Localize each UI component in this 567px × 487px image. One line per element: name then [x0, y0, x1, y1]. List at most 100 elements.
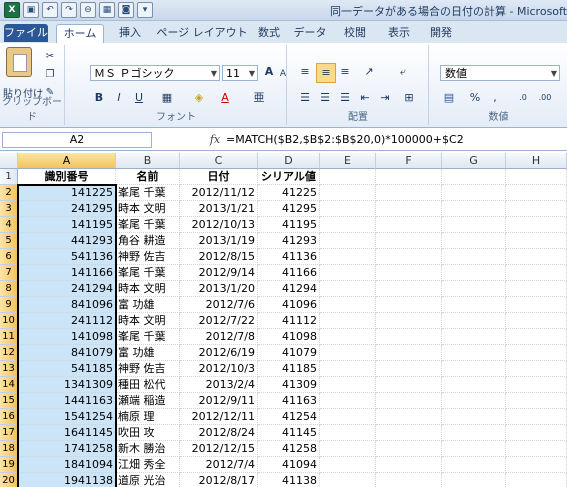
- name-cell[interactable]: 時本 文明: [116, 313, 180, 329]
- name-cell[interactable]: 神野 佐吉: [116, 361, 180, 377]
- empty-cell[interactable]: [506, 441, 567, 457]
- empty-cell[interactable]: [442, 441, 506, 457]
- date-cell[interactable]: 2013/1/20: [180, 281, 258, 297]
- empty-cell[interactable]: [320, 313, 376, 329]
- redo-icon[interactable]: ↷: [61, 2, 77, 18]
- qat-dropdown-icon[interactable]: ▾: [137, 2, 153, 18]
- column-header-a[interactable]: A: [18, 153, 116, 169]
- empty-cell[interactable]: [442, 185, 506, 201]
- id-cell[interactable]: 241295: [18, 201, 116, 217]
- id-cell[interactable]: 1341309: [18, 377, 116, 393]
- id-cell[interactable]: 1641145: [18, 425, 116, 441]
- align-left-icon[interactable]: ☰: [296, 89, 314, 107]
- empty-cell[interactable]: [376, 265, 442, 281]
- empty-cell[interactable]: [376, 297, 442, 313]
- empty-cell[interactable]: [506, 457, 567, 473]
- empty-cell[interactable]: [506, 185, 567, 201]
- empty-cell[interactable]: [376, 409, 442, 425]
- date-cell[interactable]: 2012/8/24: [180, 425, 258, 441]
- name-cell[interactable]: 楠原 理: [116, 409, 180, 425]
- empty-cell[interactable]: [320, 297, 376, 313]
- id-cell[interactable]: 1741258: [18, 441, 116, 457]
- name-cell[interactable]: 富 功雄: [116, 297, 180, 313]
- date-cell[interactable]: 2012/12/11: [180, 409, 258, 425]
- empty-cell[interactable]: [320, 185, 376, 201]
- name-cell[interactable]: 江畑 秀全: [116, 457, 180, 473]
- empty-cell[interactable]: [506, 409, 567, 425]
- date-cell[interactable]: 2012/12/15: [180, 441, 258, 457]
- empty-cell[interactable]: [506, 377, 567, 393]
- date-cell[interactable]: 2012/7/22: [180, 313, 258, 329]
- empty-cell[interactable]: [376, 329, 442, 345]
- tab-view[interactable]: 表示: [384, 24, 414, 42]
- row-header[interactable]: 8: [0, 281, 18, 297]
- empty-cell[interactable]: [376, 281, 442, 297]
- align-middle-icon[interactable]: ≡: [316, 63, 336, 83]
- empty-cell[interactable]: [442, 393, 506, 409]
- serial-cell[interactable]: 41138: [258, 473, 320, 487]
- empty-cell[interactable]: [442, 473, 506, 487]
- empty-cell[interactable]: [442, 345, 506, 361]
- id-cell[interactable]: 841079: [18, 345, 116, 361]
- empty-cell[interactable]: [506, 297, 567, 313]
- row-header[interactable]: 14: [0, 377, 18, 393]
- name-cell[interactable]: 峯尾 千葉: [116, 185, 180, 201]
- empty-cell[interactable]: [506, 169, 567, 185]
- phonetic-icon[interactable]: 亜: [250, 89, 268, 107]
- id-cell[interactable]: 541185: [18, 361, 116, 377]
- empty-cell[interactable]: [320, 473, 376, 487]
- empty-cell[interactable]: [506, 393, 567, 409]
- id-cell[interactable]: 1941138: [18, 473, 116, 487]
- header-cell[interactable]: 識別番号: [18, 169, 116, 185]
- date-cell[interactable]: 2012/10/13: [180, 217, 258, 233]
- row-header[interactable]: 3: [0, 201, 18, 217]
- serial-cell[interactable]: 41166: [258, 265, 320, 281]
- id-cell[interactable]: 541136: [18, 249, 116, 265]
- name-cell[interactable]: 神野 佐吉: [116, 249, 180, 265]
- paste-icon[interactable]: [6, 47, 32, 77]
- name-cell[interactable]: 瀬端 稲造: [116, 393, 180, 409]
- serial-cell[interactable]: 41094: [258, 457, 320, 473]
- date-cell[interactable]: 2013/2/4: [180, 377, 258, 393]
- empty-cell[interactable]: [376, 473, 442, 487]
- merge-cells-icon[interactable]: ⊞: [400, 89, 418, 107]
- empty-cell[interactable]: [320, 377, 376, 393]
- name-cell[interactable]: 峯尾 千葉: [116, 265, 180, 281]
- name-cell[interactable]: 富 功雄: [116, 345, 180, 361]
- sort-icon[interactable]: ⊖: [80, 2, 96, 18]
- empty-cell[interactable]: [320, 169, 376, 185]
- empty-cell[interactable]: [320, 265, 376, 281]
- increase-decimal-icon[interactable]: .0: [514, 89, 532, 107]
- empty-cell[interactable]: [320, 393, 376, 409]
- header-cell[interactable]: 名前: [116, 169, 180, 185]
- empty-cell[interactable]: [442, 217, 506, 233]
- decrease-decimal-icon[interactable]: .00: [536, 89, 554, 107]
- table-icon[interactable]: ▦: [99, 2, 115, 18]
- empty-cell[interactable]: [320, 441, 376, 457]
- tab-formulas[interactable]: 数式: [254, 24, 284, 42]
- name-cell[interactable]: 時本 文明: [116, 201, 180, 217]
- insert-function-button[interactable]: fx: [206, 132, 224, 148]
- row-header[interactable]: 16: [0, 409, 18, 425]
- excel-icon[interactable]: X: [4, 2, 20, 18]
- empty-cell[interactable]: [442, 425, 506, 441]
- serial-cell[interactable]: 41254: [258, 409, 320, 425]
- serial-cell[interactable]: 41079: [258, 345, 320, 361]
- row-header[interactable]: 17: [0, 425, 18, 441]
- orientation-icon[interactable]: ↗: [360, 63, 378, 81]
- date-cell[interactable]: 2012/6/19: [180, 345, 258, 361]
- serial-cell[interactable]: 41225: [258, 185, 320, 201]
- row-header[interactable]: 12: [0, 345, 18, 361]
- empty-cell[interactable]: [376, 249, 442, 265]
- empty-cell[interactable]: [442, 409, 506, 425]
- serial-cell[interactable]: 41163: [258, 393, 320, 409]
- id-cell[interactable]: 441293: [18, 233, 116, 249]
- empty-cell[interactable]: [320, 425, 376, 441]
- empty-cell[interactable]: [442, 281, 506, 297]
- currency-icon[interactable]: ▤: [440, 89, 458, 107]
- id-cell[interactable]: 241294: [18, 281, 116, 297]
- empty-cell[interactable]: [442, 377, 506, 393]
- empty-cell[interactable]: [506, 473, 567, 487]
- empty-cell[interactable]: [320, 409, 376, 425]
- row-header[interactable]: 13: [0, 361, 18, 377]
